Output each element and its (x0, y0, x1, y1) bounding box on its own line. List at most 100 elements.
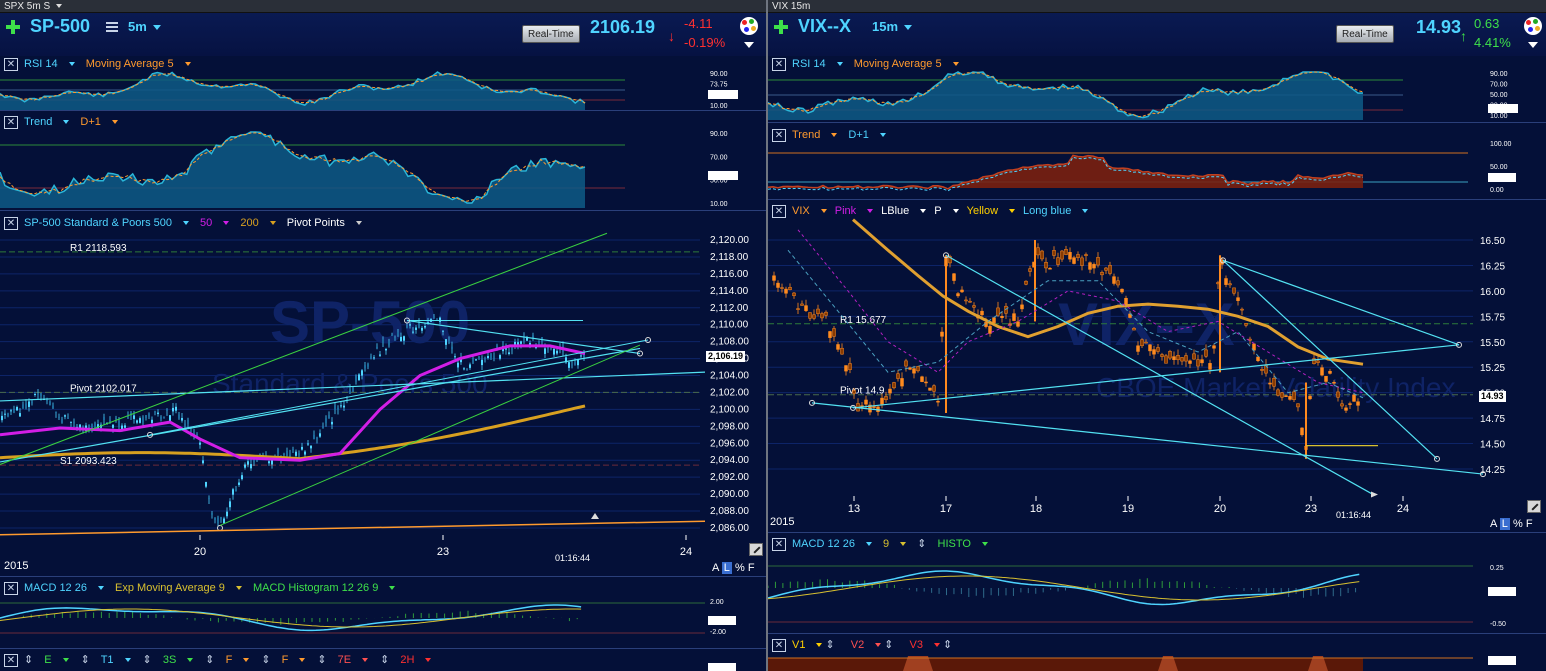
legend-item-1[interactable]: Pink (835, 205, 874, 217)
value-tag: 29.51 (1490, 175, 1508, 182)
macd-histo-label[interactable]: MACD Histogram 12 26 9 (253, 582, 396, 594)
study-trend-label[interactable]: Trend (24, 116, 70, 128)
candle-body (361, 370, 363, 376)
macd-histo-label[interactable]: ⇕ HISTO (917, 538, 988, 550)
study-ma-label[interactable]: Moving Average 5 (86, 58, 191, 70)
close-study-button[interactable]: ✕ (4, 217, 18, 230)
trend-panel: 90.0070.0050.0010.0037.32 (0, 131, 738, 208)
price-chart[interactable]: 16.5016.2516.0015.7515.5015.2515.0014.75… (768, 218, 1546, 520)
close-study-button[interactable]: ✕ (772, 538, 786, 551)
pencil-icon[interactable] (749, 543, 763, 556)
symbol-name[interactable]: SP-500 (30, 16, 90, 37)
candle-body (960, 289, 964, 293)
palette-icon[interactable] (740, 17, 758, 35)
candle-body (418, 322, 420, 328)
arrow-up-icon: ↑ (1460, 28, 1467, 44)
study-trend-param[interactable]: D+1 (848, 129, 886, 141)
interval-selector[interactable]: 5m (128, 19, 161, 34)
date-label: 20 (194, 546, 206, 558)
macd-ema-label[interactable]: Exp Moving Average 9 (115, 582, 242, 594)
study-ma-label[interactable]: Moving Average 5 (854, 58, 959, 70)
window-title-bar[interactable]: VIX 15m (768, 0, 1546, 13)
candle-body (499, 355, 501, 359)
bottom-panel: 100.00 (708, 663, 736, 671)
candle-body (214, 517, 216, 520)
candle-body (1324, 375, 1328, 382)
scale-controls[interactable]: A L % F (1490, 518, 1533, 530)
candle-body (355, 375, 357, 382)
scale-controls[interactable]: A L % F (712, 562, 755, 574)
study-rsi-label[interactable]: RSI 14 (792, 58, 843, 70)
close-study-button[interactable]: ✕ (4, 116, 18, 129)
add-symbol-icon[interactable] (6, 20, 20, 34)
legend-item-0[interactable]: VIX (792, 205, 827, 217)
candle-body (1348, 403, 1352, 405)
symbol-name[interactable]: VIX--X (798, 16, 851, 37)
list-icon[interactable] (106, 22, 118, 33)
realtime-button[interactable]: Real-Time (1336, 25, 1394, 43)
candle-body (340, 405, 342, 407)
candle-body (67, 417, 69, 419)
chevron-down-icon[interactable] (55, 4, 62, 9)
candle-body (352, 387, 354, 392)
add-symbol-icon[interactable] (774, 20, 788, 34)
window-title-bar[interactable]: SPX 5m S (0, 0, 766, 13)
interval-selector[interactable]: 15m (872, 19, 913, 34)
candle-body (58, 416, 60, 418)
pencil-icon[interactable] (1527, 500, 1541, 513)
v-item-2[interactable]: V3 ⇕ (910, 639, 961, 651)
macd-label[interactable]: MACD 12 26 (792, 538, 872, 550)
legend-item-4[interactable]: Yellow (967, 205, 1016, 217)
close-study-button[interactable]: ✕ (4, 582, 18, 595)
candle-body (271, 460, 273, 465)
ma200-label[interactable]: 200 (240, 217, 276, 229)
pivot-points-label[interactable]: Pivot Points (287, 217, 362, 229)
candle-body (1072, 257, 1076, 264)
level-label: 0.00 (1490, 187, 1504, 194)
legend-item-2[interactable]: LBlue (881, 205, 927, 217)
legend-item-3[interactable]: P (934, 205, 959, 217)
study-trend-param[interactable]: D+1 (80, 116, 118, 128)
ma50-label[interactable]: 50 (200, 217, 230, 229)
price-chart[interactable]: 2,120.00 2,118.00 2,116.00 2,114.00 2,112.00… (0, 230, 766, 565)
close-study-button[interactable]: ✕ (772, 129, 786, 142)
candle-body (980, 310, 984, 316)
palette-icon[interactable] (1524, 17, 1542, 35)
candle-body (112, 424, 114, 428)
study-trend-label[interactable]: Trend (792, 129, 838, 141)
level-label: 10.00 (710, 103, 728, 110)
date-label: 13 (848, 503, 860, 515)
candle-body (1104, 267, 1108, 271)
realtime-button[interactable]: Real-Time (522, 25, 580, 43)
oscillator-area (768, 72, 1363, 120)
candle-body (457, 362, 459, 368)
v-item-1[interactable]: V2 ⇕ (851, 639, 902, 651)
y-tick-label: 2,110.00 (710, 320, 749, 331)
candle-body (580, 355, 582, 357)
value-tag: 32.66 (710, 92, 728, 99)
close-study-button[interactable]: ✕ (772, 639, 786, 652)
candle-body (1228, 283, 1232, 286)
candle-body (1, 415, 3, 421)
chevron-down-icon[interactable] (744, 42, 754, 48)
v-item-0[interactable]: V1 ⇕ (792, 639, 843, 651)
candle-body (301, 446, 303, 450)
v-band (768, 658, 1363, 671)
legend-item-5[interactable]: Long blue (1023, 205, 1089, 217)
candle-body (34, 394, 36, 396)
main-title[interactable]: SP-500 Standard & Poors 500 (24, 217, 189, 229)
study-rsi-label[interactable]: RSI 14 (24, 58, 75, 70)
candle-body (1044, 262, 1048, 269)
candle-body (936, 400, 940, 403)
value-tag: 37.32 (710, 173, 728, 180)
close-study-button[interactable]: ✕ (772, 205, 786, 218)
candle-body (1100, 272, 1104, 276)
candle-body (313, 434, 315, 440)
chevron-down-icon[interactable] (1528, 42, 1538, 48)
macd-ema-label[interactable]: 9 (883, 538, 907, 550)
level-label: 90.00 (710, 131, 728, 138)
y-tick-label: 2,104.00 (710, 371, 749, 382)
macd-label[interactable]: MACD 12 26 (24, 582, 104, 594)
candle-body (816, 308, 820, 314)
candle-body (872, 406, 876, 408)
